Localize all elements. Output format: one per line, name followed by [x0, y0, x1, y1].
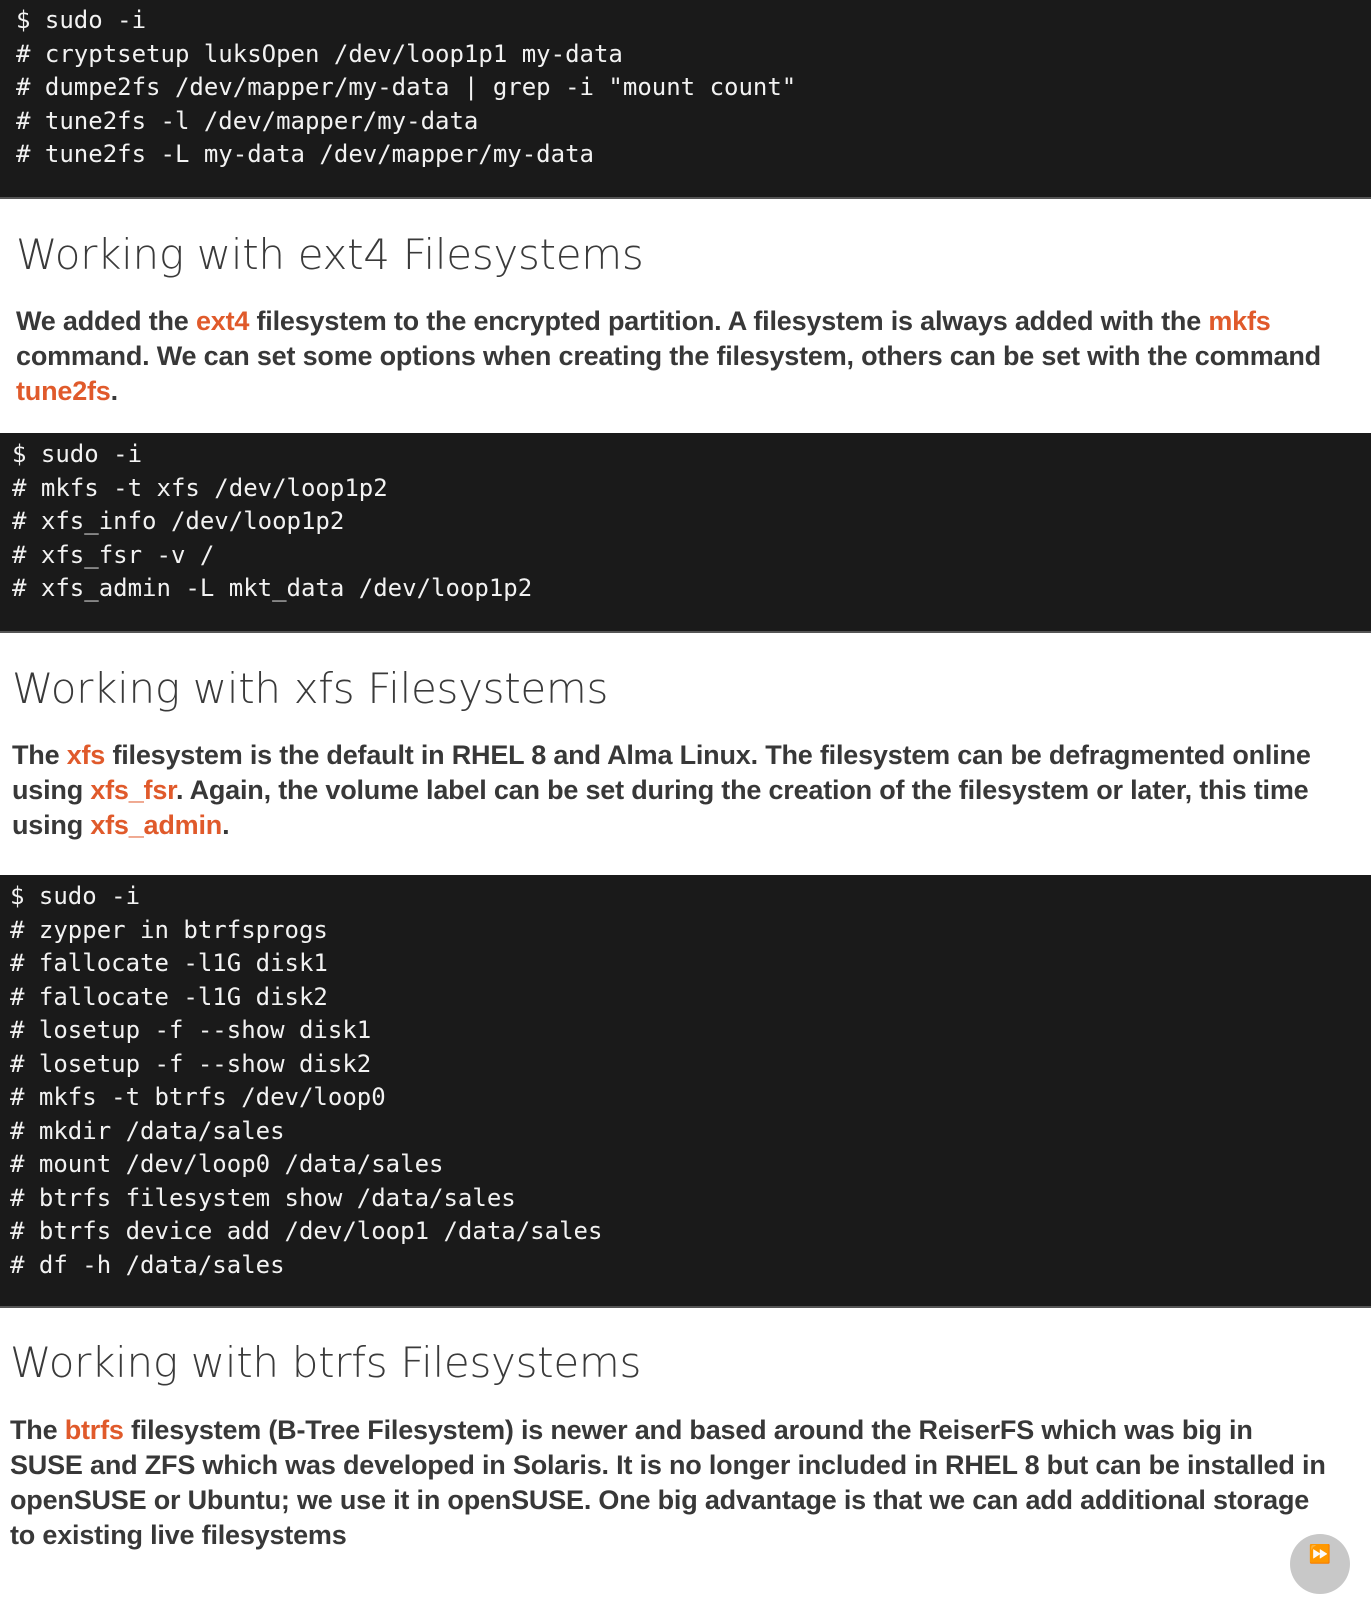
code-line: $ sudo -i	[16, 6, 147, 34]
paragraph-text: filesystem to the encrypted partition. A…	[249, 306, 1209, 336]
code-line: # fallocate -l1G disk1	[10, 949, 328, 977]
highlighted-term: ext4	[195, 306, 250, 336]
code-line: # btrfs device add /dev/loop1 /data/sale…	[10, 1217, 603, 1245]
paragraph-text: We added the	[16, 306, 196, 336]
code-line: # fallocate -l1G disk2	[10, 982, 328, 1011]
paragraph-text: .	[110, 376, 119, 406]
code-line: # mkdir /data/sales	[10, 1116, 285, 1145]
code-line: # losetup -f --show disk2	[10, 1049, 372, 1078]
code-line: # tune2fs -l /dev/mapper/my-data	[16, 106, 479, 135]
code-line: # df -h /data/sales	[10, 1250, 285, 1279]
heading-ext4: Working with ext4 Filesystems	[16, 230, 644, 279]
code-line: $ sudo -i	[12, 440, 143, 468]
code-line: # mkfs -t btrfs /dev/loop0	[10, 1083, 386, 1111]
highlighted-term: mkfs	[1208, 306, 1271, 336]
code-line: # losetup -f --show disk1	[10, 1016, 372, 1044]
fast-forward-icon[interactable]: ⏩	[1290, 1534, 1350, 1594]
highlighted-term: xfs_fsr	[90, 775, 176, 805]
paragraph-ext4: We added the ext4 filesystem to the encr…	[16, 304, 1336, 409]
heading-xfs: Working with xfs Filesystems	[12, 664, 609, 713]
paragraph-xfs: The xfs filesystem is the default in RHE…	[12, 738, 1332, 843]
heading-btrfs: Working with btrfs Filesystems	[10, 1338, 642, 1387]
code-line: # dumpe2fs /dev/mapper/my-data | grep -i…	[16, 73, 797, 101]
code-line: # cryptsetup luksOpen /dev/loop1p1 my-da…	[16, 39, 623, 68]
highlighted-term: tune2fs	[16, 376, 111, 406]
code-block-xfs: $ sudo -i # mkfs -t xfs /dev/loop1p2 # xfs…	[0, 433, 1371, 633]
paragraph-text: .	[222, 810, 230, 840]
code-line: # btrfs filesystem show /data/sales	[10, 1183, 516, 1212]
highlighted-term: xfs	[66, 740, 106, 770]
paragraph-text: The	[12, 740, 67, 770]
paragraph-btrfs: The btrfs filesystem (B-Tree Filesystem)…	[10, 1413, 1330, 1553]
paragraph-text: filesystem (B-Tree Filesystem) is newer …	[10, 1415, 1326, 1550]
paragraph-text: command. We can set some options when cr…	[16, 341, 1321, 371]
code-block-luks: $ sudo -i # cryptsetup luksOpen /dev/loop…	[0, 0, 1371, 199]
code-block-btrfs: $ sudo -i # zypper in btrfsprogs # falloca…	[0, 875, 1371, 1308]
code-line: # xfs_admin -L mkt_data /dev/loop1p2	[12, 574, 533, 602]
code-line: # xfs_fsr -v /	[12, 540, 215, 569]
code-line: # tune2fs -L my-data /dev/mapper/my-data	[16, 140, 594, 168]
code-line: # xfs_info /dev/loop1p2	[12, 507, 345, 535]
code-line: $ sudo -i	[10, 882, 141, 910]
code-line: # zypper in btrfsprogs	[10, 915, 328, 944]
highlighted-term: btrfs	[64, 1415, 124, 1445]
highlighted-term: xfs_admin	[90, 810, 223, 840]
code-line: # mount /dev/loop0 /data/sales	[10, 1150, 444, 1178]
paragraph-text: The	[10, 1415, 65, 1445]
code-line: # mkfs -t xfs /dev/loop1p2	[12, 473, 388, 502]
